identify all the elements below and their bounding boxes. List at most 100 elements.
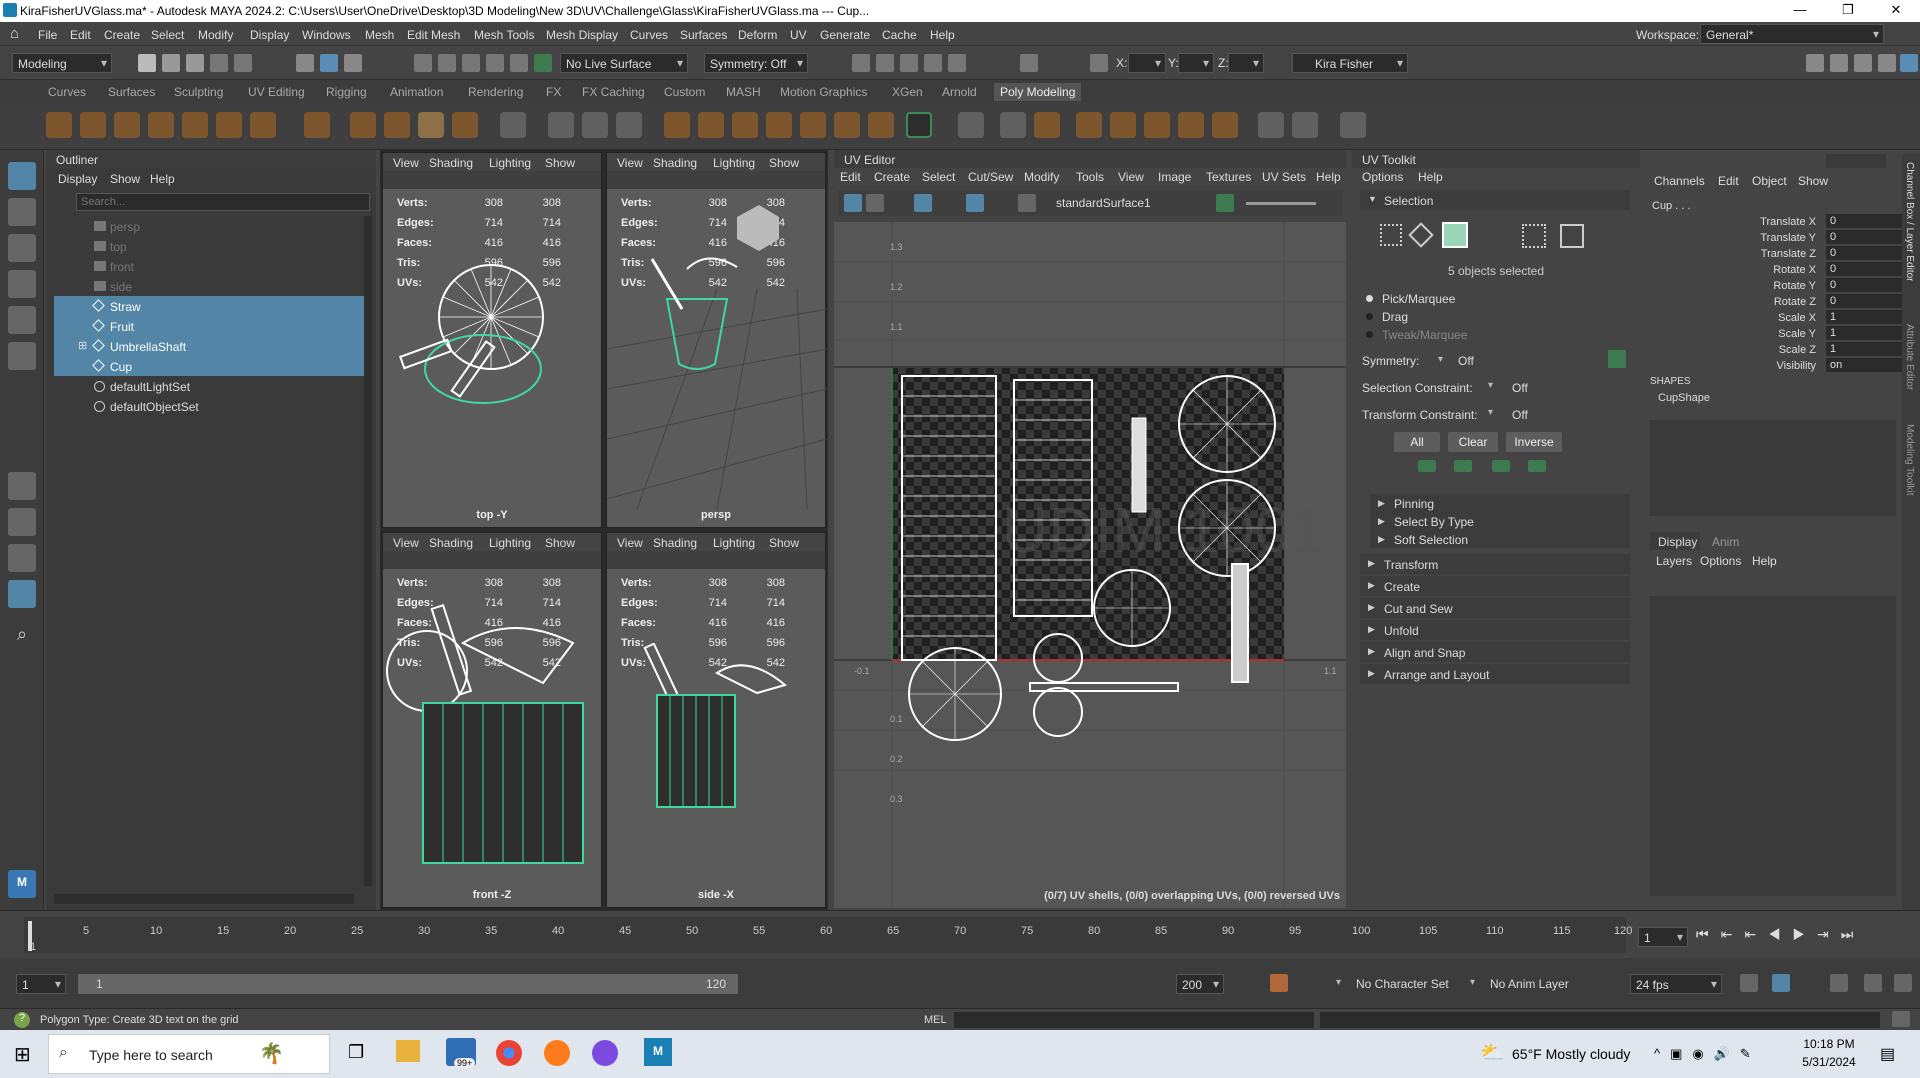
section-pinning[interactable]: Pinning xyxy=(1370,494,1630,512)
chrome-icon[interactable] xyxy=(496,1040,522,1066)
poly-svg-icon[interactable] xyxy=(452,112,478,138)
outliner-item-side[interactable]: side xyxy=(54,276,364,296)
two-pane-layout-icon[interactable] xyxy=(8,544,36,572)
outliner-item-fruit[interactable]: Fruit xyxy=(54,316,364,336)
vp-menu-view[interactable]: View xyxy=(617,536,643,550)
clock-time[interactable]: 10:18 PM xyxy=(1796,1037,1862,1051)
select-hierarchy-icon[interactable] xyxy=(296,54,314,72)
symmetry-pick-icon[interactable] xyxy=(1608,350,1626,368)
anim-layer-dropdown[interactable]: No Anim Layer xyxy=(1490,977,1569,991)
radio-tweak-marquee[interactable]: Tweak/Marquee xyxy=(1366,328,1467,342)
snap-surface-icon[interactable] xyxy=(510,54,528,72)
select-clear-button[interactable]: Clear xyxy=(1448,432,1498,452)
single-perspective-layout-icon[interactable] xyxy=(8,472,36,500)
open-scene-icon[interactable] xyxy=(162,54,180,72)
attr-value-rotate-y[interactable]: 0 xyxy=(1826,278,1906,292)
move-tool-icon[interactable] xyxy=(8,270,36,298)
new-scene-icon[interactable] xyxy=(138,54,156,72)
select-all-button[interactable]: All xyxy=(1394,432,1440,452)
uv-menu-select[interactable]: Select xyxy=(922,170,955,184)
chevron-down-icon[interactable]: ▾ xyxy=(1438,354,1443,365)
outliner-menu-help[interactable]: Help xyxy=(150,172,175,186)
outliner-layout-icon[interactable] xyxy=(8,580,36,608)
time-slider[interactable]: 1 5 10 15 20 25 30 35 40 45 50 55 60 65 … xyxy=(0,910,1920,958)
select-border-icon[interactable] xyxy=(1492,460,1510,472)
menu-help[interactable]: Help xyxy=(930,28,955,42)
viewport-front[interactable]: View Shading Lighting Show Verts: Edges: F… xyxy=(382,532,602,908)
snap-curve-icon[interactable] xyxy=(438,54,456,72)
select-component-icon[interactable] xyxy=(344,54,362,72)
attr-value-visibility[interactable]: on xyxy=(1826,358,1906,372)
bridge-icon[interactable] xyxy=(732,112,758,138)
layer-tab-anim[interactable]: Anim xyxy=(1712,532,1739,549)
fill-hole-icon[interactable] xyxy=(766,112,792,138)
vp-menu-lighting[interactable]: Lighting xyxy=(713,156,755,170)
menu-display[interactable]: Display xyxy=(250,28,289,42)
outliner-item-top[interactable]: top xyxy=(54,236,364,256)
maya-taskbar-icon[interactable]: M xyxy=(644,1038,672,1066)
select-shell-icon[interactable] xyxy=(1528,460,1546,472)
grow-selection-icon[interactable] xyxy=(1418,460,1436,472)
attr-value-rotate-x[interactable]: 0 xyxy=(1826,262,1906,276)
attr-value-scale-y[interactable]: 1 xyxy=(1826,326,1906,340)
vp-menu-lighting[interactable]: Lighting xyxy=(489,156,531,170)
uv-menu-help[interactable]: Help xyxy=(1316,170,1341,184)
shelf-tab-arnold[interactable]: Arnold xyxy=(942,85,977,99)
vp-menu-lighting[interactable]: Lighting xyxy=(713,536,755,550)
texture-dropdown[interactable]: standardSurface1 xyxy=(1056,196,1151,210)
search-icon[interactable]: ⌕ xyxy=(8,624,36,652)
pause-viewport-icon[interactable] xyxy=(1020,54,1038,72)
uv-menu-edit[interactable]: Edit xyxy=(840,170,861,184)
menu-modify[interactable]: Modify xyxy=(198,28,233,42)
attr-value-translate-y[interactable]: 0 xyxy=(1826,230,1906,244)
poly-disc-icon[interactable] xyxy=(250,112,276,138)
attribute-editor-icon[interactable] xyxy=(1830,54,1848,72)
vp-menu-show[interactable]: Show xyxy=(769,156,799,170)
uv-shaded-icon[interactable] xyxy=(844,194,862,212)
poly-torus-icon[interactable] xyxy=(182,112,208,138)
section-arrange-and-layout[interactable]: Arrange and Layout xyxy=(1360,664,1630,684)
uv-exposure-icon[interactable] xyxy=(1216,194,1234,212)
uv-menu-tools[interactable]: Tools xyxy=(1076,170,1104,184)
lasso-tool-icon[interactable] xyxy=(8,198,36,226)
radio-drag[interactable]: Drag xyxy=(1366,310,1408,324)
shelf-tab-surfaces[interactable]: Surfaces xyxy=(108,85,155,99)
menu-deform[interactable]: Deform xyxy=(738,28,777,42)
menu-set-dropdown[interactable]: Modeling xyxy=(12,53,112,73)
loop-icon[interactable] xyxy=(1740,974,1758,992)
viewport-icon-bar[interactable] xyxy=(607,551,825,569)
rotate-tool-icon[interactable] xyxy=(8,306,36,334)
shelf-tab-fx[interactable]: FX xyxy=(546,85,561,99)
animation-start-field[interactable]: 1 xyxy=(16,974,66,994)
vp-menu-shading[interactable]: Shading xyxy=(429,536,473,550)
windows-start-icon[interactable]: ⊞ xyxy=(14,1042,31,1067)
section-align-and-snap[interactable]: Align and Snap xyxy=(1360,642,1630,662)
viewport-top[interactable]: View Shading Lighting Show Verts: Edges: F… xyxy=(382,152,602,528)
shelf-tab-animation[interactable]: Animation xyxy=(390,85,443,99)
chevron-down-icon[interactable]: ▾ xyxy=(1488,407,1493,418)
tool-settings-icon[interactable] xyxy=(1854,54,1872,72)
vp-menu-lighting[interactable]: Lighting xyxy=(489,536,531,550)
circularize-icon[interactable] xyxy=(1178,112,1204,138)
shelf-tab-rendering[interactable]: Rendering xyxy=(468,85,523,99)
section-unfold[interactable]: Unfold xyxy=(1360,620,1630,640)
notification-icon[interactable]: ▤ xyxy=(1880,1044,1895,1064)
fps-dropdown[interactable]: 24 fps xyxy=(1630,974,1722,994)
redo-icon[interactable] xyxy=(234,54,252,72)
bevel-icon[interactable] xyxy=(698,112,724,138)
side-tab-channel-box[interactable]: Channel Box / Layer Editor xyxy=(1904,162,1915,282)
collapse-icon[interactable] xyxy=(1212,112,1238,138)
outliner-item-persp[interactable]: persp xyxy=(54,216,364,236)
boolean-icon[interactable] xyxy=(616,112,642,138)
home-icon[interactable]: ⌂ xyxy=(10,25,19,42)
channel-menu-edit[interactable]: Edit xyxy=(1718,174,1739,188)
attr-value-scale-x[interactable]: 1 xyxy=(1826,310,1906,324)
uv-menu-uv-sets[interactable]: UV Sets xyxy=(1262,170,1306,184)
edge-mode-icon[interactable] xyxy=(1408,222,1434,248)
insert-edge-loop-icon[interactable] xyxy=(1034,112,1060,138)
uv-grid-icon[interactable] xyxy=(914,194,932,212)
face-mode-icon[interactable] xyxy=(1442,222,1468,248)
poly-sweep-icon[interactable] xyxy=(384,112,410,138)
shelf-tab-poly-modeling[interactable]: Poly Modeling xyxy=(994,83,1082,101)
shelf-tab-motion-graphics[interactable]: Motion Graphics xyxy=(780,85,867,99)
